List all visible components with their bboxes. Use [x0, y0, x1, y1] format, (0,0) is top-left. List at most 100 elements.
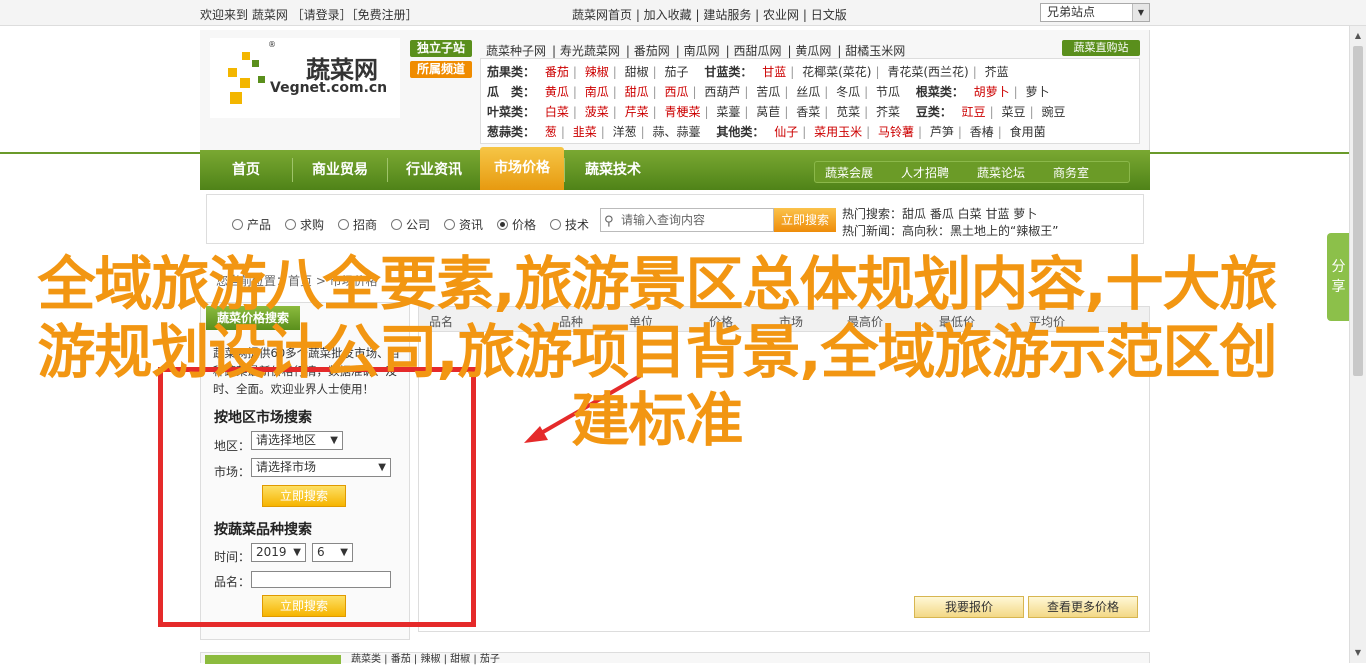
category-head: 根菜类： [915, 85, 964, 99]
subnav-jobs[interactable]: 人才招聘 [901, 162, 949, 184]
radio-icon [444, 219, 455, 230]
category-row: 茄果类： 番茄 | 辣椒 | 甜椒 | 茄子 甘蓝类： 甘蓝 | 花椰菜(菜花) | 青花… [487, 65, 1009, 79]
registered-mark: ® [268, 40, 276, 49]
welcome-text[interactable]: 欢迎来到 蔬菜网 ［请登录］［免费注册］ [200, 6, 418, 23]
category-link[interactable]: 茄子 [665, 65, 689, 79]
category-link[interactable]: 南瓜 [585, 85, 609, 99]
hot-search: 热门搜索：甜瓜 番瓜 白菜 甘蓝 萝卜 热门新闻：高向秋：黑土地上的“辣椒王” [842, 206, 1058, 240]
subsite-link[interactable]: 南瓜网 [684, 44, 720, 58]
category-link[interactable]: 菠菜 [585, 105, 609, 119]
nav-home[interactable]: 首页 [200, 150, 292, 190]
category-link[interactable]: 菜豆 [1002, 105, 1026, 119]
category-link[interactable]: 甘蓝 [762, 65, 786, 79]
category-link[interactable]: 白菜 [545, 105, 569, 119]
overlay-title: 全域旅游八全要素,旅游景区总体规划内容,十大旅游规划设计公司,旅游项目背景,全域… [37, 250, 1277, 454]
nav-tech[interactable]: 蔬菜技术 [565, 150, 661, 190]
subsite-link[interactable]: 番茄网 [634, 44, 670, 58]
direct-station-button[interactable]: 蔬菜直购站 [1062, 40, 1140, 56]
subsite-link[interactable]: 蔬菜种子网 [486, 44, 546, 58]
category-link[interactable]: 芹菜 [625, 105, 649, 119]
category-link[interactable]: 豇豆 [962, 105, 986, 119]
category-link[interactable]: 西葫芦 [704, 85, 740, 99]
category-link[interactable]: 青花菜(西兰花) [887, 65, 968, 79]
radio-icon [338, 219, 349, 230]
top-links[interactable]: 蔬菜网首页 | 加入收藏 | 建站服务 | 农业网 | 日文版 [572, 6, 847, 23]
category-link[interactable]: 韭菜 [573, 125, 597, 139]
radio-label: 技术 [565, 218, 590, 232]
category-link[interactable]: 芥菜 [876, 105, 900, 119]
category-link[interactable]: 蒜、蒜薹 [653, 125, 701, 139]
category-link[interactable]: 香椿 [970, 125, 994, 139]
category-link[interactable]: 辣椒 [585, 65, 609, 79]
nav-trade[interactable]: 商业贸易 [293, 150, 387, 190]
radio-product[interactable]: 产品 [232, 216, 271, 233]
scroll-up-icon[interactable]: ▲ [1350, 28, 1366, 44]
category-link[interactable]: 莴苣 [756, 105, 780, 119]
category-link[interactable]: 苋菜 [836, 105, 860, 119]
nav-news[interactable]: 行业资讯 [388, 150, 480, 190]
category-link[interactable]: 葱 [545, 125, 557, 139]
scroll-thumb[interactable] [1353, 46, 1363, 376]
category-link[interactable]: 菜用玉米 [814, 125, 862, 139]
hot-search-label: 热门搜索： [842, 207, 903, 221]
category-head: 豆类： [915, 105, 952, 119]
category-box: 茄果类： 番茄 | 辣椒 | 甜椒 | 茄子 甘蓝类： 甘蓝 | 花椰菜(菜花) | 青花… [480, 58, 1140, 144]
category-link[interactable]: 番茄 [545, 65, 569, 79]
radio-company[interactable]: 公司 [391, 216, 430, 233]
category-row: 葱蒜类： 葱 | 韭菜 | 洋葱 | 蒜、蒜薹 其他类： 仙子 | 菜用玉米 | 马铃薯 |… [487, 125, 1046, 139]
vertical-scrollbar[interactable]: ▲ ▼ [1349, 26, 1366, 663]
category-link[interactable]: 西瓜 [665, 85, 689, 99]
radio-buy[interactable]: 求购 [285, 216, 324, 233]
share-button[interactable]: 分享 [1327, 233, 1350, 321]
category-link[interactable]: 食用菌 [1010, 125, 1046, 139]
category-link[interactable]: 香菜 [796, 105, 820, 119]
category-link[interactable]: 甜瓜 [625, 85, 649, 99]
hot-news-link[interactable]: 高向秋：黑土地上的“辣椒王” [902, 224, 1058, 238]
search-button[interactable]: 立即搜索 [774, 208, 836, 232]
search-input[interactable]: ⚲ 请输入查询内容 [600, 208, 774, 232]
report-price-button[interactable]: 我要报价 [914, 596, 1024, 618]
category-link[interactable]: 萝卜 [1026, 85, 1050, 99]
category-head: 瓜 类： [487, 85, 536, 99]
category-link[interactable]: 甜椒 [625, 65, 649, 79]
logo[interactable]: ® 蔬菜网 Vegnet.com.cn [210, 38, 400, 118]
radio-price[interactable]: 价格 [497, 216, 536, 233]
hot-search-items[interactable]: 甜瓜 番瓜 白菜 甘蓝 萝卜 [902, 207, 1037, 221]
radio-icon [285, 219, 296, 230]
category-link[interactable]: 芦笋 [930, 125, 954, 139]
subnav-forum[interactable]: 蔬菜论坛 [977, 162, 1025, 184]
scroll-down-icon[interactable]: ▼ [1350, 645, 1366, 661]
radio-tech[interactable]: 技术 [550, 216, 589, 233]
subsite-link[interactable]: 甜橘玉米网 [845, 44, 905, 58]
category-row: 瓜 类： 黄瓜 | 南瓜 | 甜瓜 | 西瓜 | 西葫芦 | 苦瓜 | 丝瓜 | 冬瓜 | 节瓜… [487, 85, 1050, 99]
category-link[interactable]: 洋葱 [613, 125, 637, 139]
category-link[interactable]: 冬瓜 [836, 85, 860, 99]
category-link[interactable]: 节瓜 [876, 85, 900, 99]
category-link[interactable]: 芥蓝 [985, 65, 1009, 79]
category-link[interactable]: 青梗菜 [665, 105, 701, 119]
category-link[interactable]: 黄瓜 [545, 85, 569, 99]
radio-news[interactable]: 资讯 [444, 216, 483, 233]
subsite-link[interactable]: 寿光蔬菜网 [560, 44, 620, 58]
category-link[interactable]: 花椰菜(菜花) [802, 65, 871, 79]
sub-nav: 蔬菜会展 人才招聘 蔬菜论坛 商务室 [814, 161, 1130, 183]
category-link[interactable]: 丝瓜 [796, 85, 820, 99]
category-link[interactable]: 菜薹 [716, 105, 740, 119]
category-link[interactable]: 仙子 [774, 125, 798, 139]
more-prices-button[interactable]: 查看更多价格 [1028, 596, 1138, 618]
category-link[interactable]: 马铃薯 [878, 125, 914, 139]
radio-invest[interactable]: 招商 [338, 216, 377, 233]
subsite-link[interactable]: 西甜瓜网 [734, 44, 782, 58]
site-select-value: 兄弟站点 [1047, 5, 1096, 19]
nav-market-price[interactable]: 市场价格 [480, 147, 564, 190]
subnav-business[interactable]: 商务室 [1053, 162, 1089, 184]
radio-label: 产品 [247, 218, 272, 232]
subnav-expo[interactable]: 蔬菜会展 [825, 162, 873, 184]
category-link[interactable]: 胡萝卜 [974, 85, 1010, 99]
category-head: 葱蒜类： [487, 125, 536, 139]
site-select[interactable]: 兄弟站点 ▼ [1040, 3, 1150, 22]
category-link[interactable]: 豌豆 [1041, 105, 1065, 119]
category-link[interactable]: 苦瓜 [756, 85, 780, 99]
chevron-down-icon: ▼ [1132, 4, 1149, 21]
subsite-link[interactable]: 黄瓜网 [795, 44, 831, 58]
